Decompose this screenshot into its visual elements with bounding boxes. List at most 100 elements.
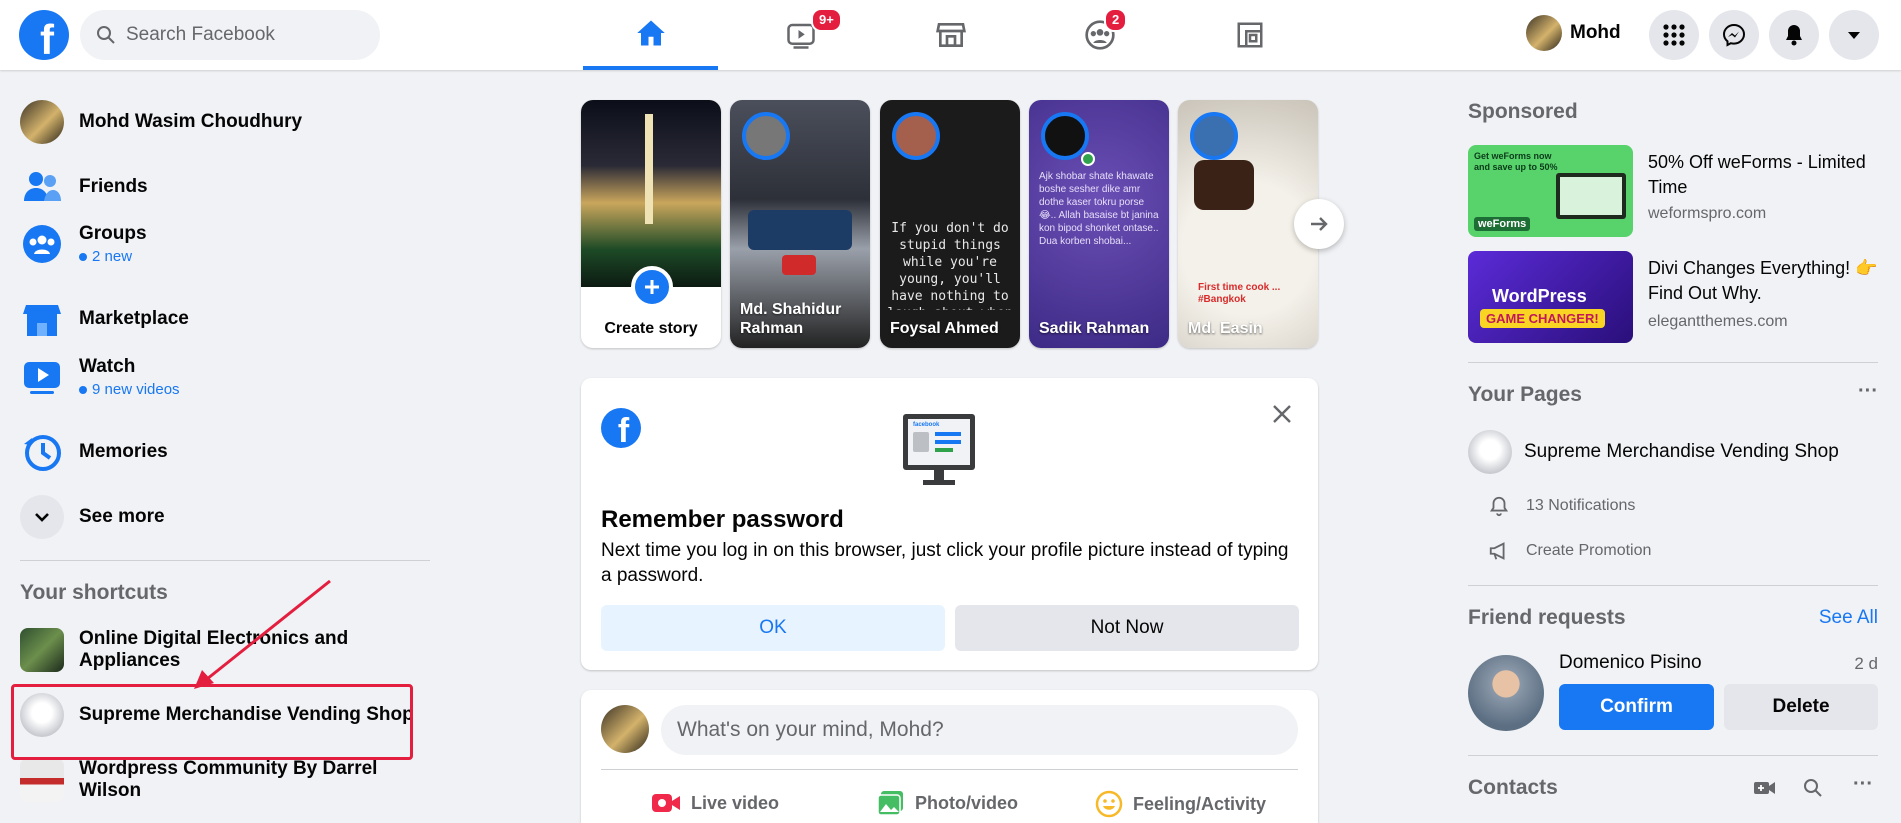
sidebar-item-profile[interactable]: Mohd Wasim Choudhury [20, 100, 440, 144]
story-card[interactable]: If you don't do stupid things while you'… [880, 100, 1020, 348]
story-image [1194, 160, 1254, 210]
tab-home[interactable] [583, 0, 718, 70]
arrow-right-icon [1311, 217, 1328, 231]
avatar [892, 112, 940, 160]
photo-video-button[interactable]: Photo/video [877, 790, 1018, 816]
card-body: Next time you log in on this browser, ju… [601, 540, 1289, 586]
notification-badge: 9+ [811, 8, 842, 32]
avatar[interactable] [1468, 655, 1544, 731]
facebook-logo: f [601, 408, 641, 448]
annotation-arrow [194, 579, 331, 689]
page-notifications-link[interactable]: 13 Notifications [1488, 495, 1635, 517]
live-video-button[interactable]: Live video [651, 792, 779, 814]
ad-url: elegantthemes.com [1648, 313, 1788, 330]
close-button[interactable] [1264, 396, 1300, 432]
ok-button[interactable]: OK [601, 605, 945, 651]
contacts-title: Contacts [1468, 776, 1558, 799]
tab-gaming[interactable] [1182, 0, 1317, 70]
close-icon [1273, 405, 1291, 423]
create-story-card[interactable]: Create story [581, 100, 721, 348]
your-pages-title: Your Pages [1468, 383, 1582, 406]
stories-next-button[interactable] [1294, 199, 1344, 249]
profile-shortcut[interactable]: Mohd [1526, 15, 1621, 51]
messenger-icon [1722, 23, 1746, 47]
facebook-logo[interactable]: f [19, 10, 69, 60]
feeling-activity-button[interactable]: Feeling/Activity [1095, 790, 1266, 818]
confirm-button[interactable]: Confirm [1559, 684, 1714, 730]
avatar [1526, 15, 1562, 51]
tab-watch[interactable]: 9+ [733, 0, 868, 70]
story-card[interactable]: Md. Shahidur Rahman [730, 100, 870, 348]
story-image [581, 100, 721, 287]
minaret-shape [645, 114, 653, 224]
search-icon [97, 26, 115, 44]
ad-image[interactable]: Get weForms now and save up to 50% weFor… [1468, 145, 1633, 237]
notification-badge: 2 [1104, 8, 1128, 32]
account-button[interactable] [1829, 10, 1879, 60]
page-item[interactable]: Supreme Merchandise Vending Shop [1468, 430, 1839, 474]
sponsored-title: Sponsored [1468, 100, 1578, 123]
requester-name[interactable]: Domenico Pisino [1559, 652, 1702, 674]
notifications-button[interactable] [1769, 10, 1819, 60]
divider [1468, 755, 1878, 756]
live-video-icon [652, 794, 680, 812]
ad-url: weformspro.com [1648, 205, 1767, 222]
shortcut-image [20, 628, 64, 672]
sidebar-item-marketplace[interactable]: Marketplace [20, 297, 440, 341]
messenger-button[interactable] [1709, 10, 1759, 60]
request-time: 2 d [1854, 654, 1878, 673]
avatar [1041, 112, 1089, 160]
memories-icon [24, 435, 61, 471]
top-navigation-bar: f Search Facebook 9+ 2 Mohd [0, 0, 1901, 70]
ad-image[interactable]: WordPress GAME CHANGER! [1468, 251, 1633, 343]
tab-groups[interactable]: 2 [1032, 0, 1167, 70]
sidebar-item-watch[interactable]: Watch 9 new videos [20, 355, 440, 399]
story-card[interactable]: Ajk shobar shate khawate boshe sesher di… [1029, 100, 1169, 348]
ad-title[interactable]: Divi Changes Everything! 👉 Find Out Why. [1648, 256, 1878, 306]
tab-marketplace[interactable] [883, 0, 1018, 70]
divider [1468, 585, 1878, 586]
megaphone-icon [1489, 542, 1505, 560]
more-options-icon[interactable]: ··· [1853, 773, 1873, 796]
menu-button[interactable] [1649, 10, 1699, 60]
bell-icon [1489, 496, 1509, 517]
divider [20, 560, 430, 561]
friend-requests-title: Friend requests [1468, 606, 1626, 629]
shortcut-image [20, 758, 64, 802]
home-icon [636, 20, 665, 46]
online-indicator [1081, 152, 1095, 166]
card-title: Remember password [601, 506, 844, 533]
add-story-button[interactable] [631, 266, 673, 308]
search-input[interactable]: Search Facebook [80, 10, 380, 60]
search-icon[interactable] [1803, 778, 1823, 798]
photo-icon [877, 791, 903, 816]
avatar [1190, 112, 1238, 160]
see-all-link[interactable]: See All [1819, 607, 1878, 629]
marketplace-icon [23, 305, 61, 336]
smiley-icon [1095, 790, 1123, 818]
friends-icon [24, 172, 61, 201]
remember-password-card: f facebook Remember password Next time y… [581, 378, 1318, 670]
highlight-box [11, 684, 413, 760]
sidebar-item-groups[interactable]: Groups 2 new [20, 222, 440, 266]
create-promotion-link[interactable]: Create Promotion [1488, 540, 1651, 562]
delete-button[interactable]: Delete [1724, 684, 1878, 730]
divider [1468, 362, 1878, 363]
shortcuts-title: Your shortcuts [20, 581, 168, 604]
caret-down-icon [1848, 32, 1860, 39]
page-avatar [1468, 430, 1512, 474]
groups-icon [23, 225, 61, 263]
gaming-icon [1237, 22, 1262, 48]
more-options-icon[interactable]: ··· [1858, 380, 1878, 403]
sidebar-item-memories[interactable]: Memories [20, 430, 440, 474]
new-room-icon[interactable] [1753, 778, 1777, 798]
not-now-button[interactable]: Not Now [955, 605, 1299, 651]
shortcut-item[interactable]: Wordpress Community By Darrel Wilson [20, 758, 440, 802]
post-composer: What's on your mind, Mohd? Live video Ph… [581, 690, 1318, 823]
watch-icon [24, 362, 60, 394]
sidebar-item-see-more[interactable]: See more [20, 495, 440, 539]
ad-title[interactable]: 50% Off weForms - Limited Time [1648, 150, 1878, 200]
status-input[interactable]: What's on your mind, Mohd? [661, 705, 1298, 755]
sidebar-item-friends[interactable]: Friends [20, 165, 440, 209]
grid-menu-icon [1663, 24, 1685, 46]
